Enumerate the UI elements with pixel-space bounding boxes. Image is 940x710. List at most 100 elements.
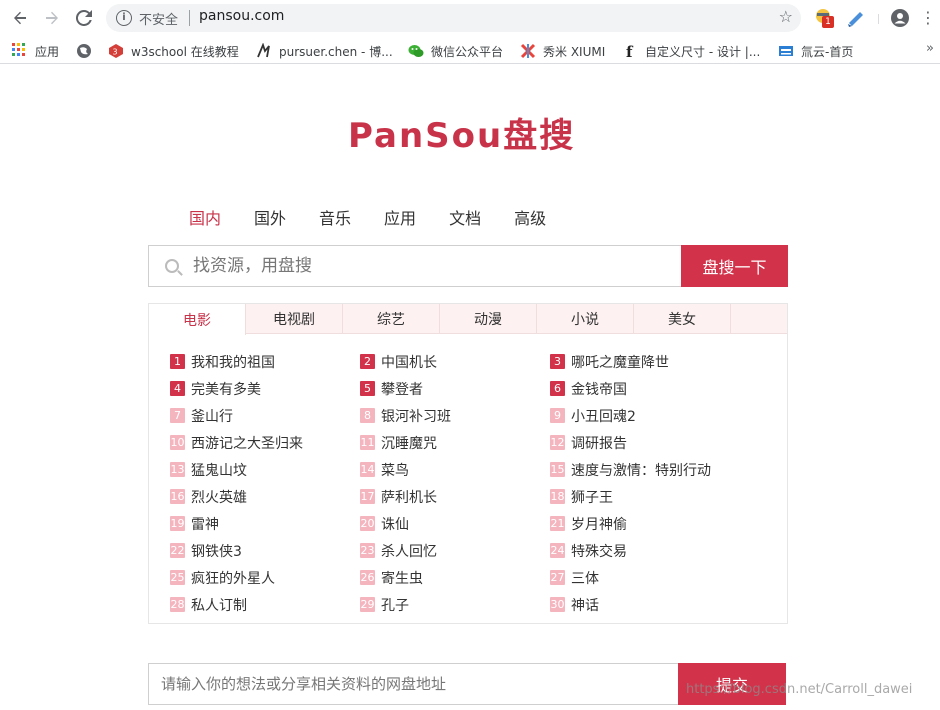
menu-kebab-icon[interactable]: ⋮: [918, 8, 938, 28]
rank-item-title[interactable]: 速度与激情：特别行动: [571, 460, 711, 480]
rank-tab-variety[interactable]: 综艺: [343, 304, 440, 334]
rank-item[interactable]: 11 沉睡魔咒: [360, 429, 550, 456]
rank-item[interactable]: 19 雷神: [170, 510, 360, 537]
rank-item[interactable]: 18 狮子王: [550, 483, 770, 510]
rank-item[interactable]: 4 完美有多美: [170, 375, 360, 402]
bookmark-pursuer[interactable]: pursuer.chen - 博...: [256, 42, 393, 60]
rank-item-title[interactable]: 调研报告: [571, 433, 627, 453]
rank-item-title[interactable]: 疯狂的外星人: [191, 568, 275, 588]
rank-tab-novels[interactable]: 小说: [537, 304, 634, 334]
rank-item-title[interactable]: 孔子: [381, 595, 409, 615]
extension-avatar-icon[interactable]: 1: [814, 8, 834, 28]
rank-item[interactable]: 14 菜鸟: [360, 456, 550, 483]
url-text[interactable]: pansou.com: [199, 8, 284, 24]
rank-item-title[interactable]: 菜鸟: [381, 460, 409, 480]
rank-item[interactable]: 13 猛鬼山坟: [170, 456, 360, 483]
rank-item-title[interactable]: 攀登者: [381, 379, 423, 399]
bookmark-globe[interactable]: [76, 42, 99, 60]
rank-tab-beauty[interactable]: 美女: [634, 304, 731, 334]
back-arrow-icon[interactable]: [8, 6, 32, 30]
rank-number-badge: 20: [360, 516, 375, 531]
rank-item[interactable]: 6 金钱帝国: [550, 375, 770, 402]
rank-item[interactable]: 7 釜山行: [170, 402, 360, 429]
tab-documents[interactable]: 文档: [449, 205, 481, 229]
rank-item-title[interactable]: 银河补习班: [381, 406, 451, 426]
search-button[interactable]: 盘搜一下: [681, 245, 788, 287]
rank-item[interactable]: 24 特殊交易: [550, 537, 770, 564]
rank-item[interactable]: 20 诛仙: [360, 510, 550, 537]
rank-item-title[interactable]: 三体: [571, 568, 599, 588]
bookmark-label: 秀米 XIUMI: [543, 44, 606, 59]
rank-item-title[interactable]: 特殊交易: [571, 541, 627, 561]
rank-item-title[interactable]: 萨利机长: [381, 487, 437, 507]
rank-item[interactable]: 1 我和我的祖国: [170, 348, 360, 375]
bookmark-star-icon[interactable]: ☆: [779, 7, 793, 26]
rank-item[interactable]: 29 孔子: [360, 591, 550, 618]
bookmark-xiumi[interactable]: 秀米 XIUMI: [520, 42, 605, 60]
search-input[interactable]: [193, 246, 673, 286]
rank-item[interactable]: 26 寄生虫: [360, 564, 550, 591]
rank-item[interactable]: 16 烈火英雄: [170, 483, 360, 510]
rank-item-title[interactable]: 哪吒之魔童降世: [571, 352, 669, 372]
bookmark-w3school[interactable]: 3 w3school 在线教程: [108, 42, 239, 60]
bookmark-apps[interactable]: 应用: [12, 42, 59, 60]
rank-item-title[interactable]: 雷神: [191, 514, 219, 534]
rank-item-title[interactable]: 诛仙: [381, 514, 409, 534]
rank-number-badge: 1: [170, 354, 185, 369]
rank-item[interactable]: 9 小丑回魂2: [550, 402, 770, 429]
tab-foreign[interactable]: 国外: [254, 205, 286, 229]
bookmark-wechat[interactable]: 微信公众平台: [408, 42, 503, 60]
rank-item-title[interactable]: 金钱帝国: [571, 379, 627, 399]
rank-item-title[interactable]: 寄生虫: [381, 568, 423, 588]
tab-music[interactable]: 音乐: [319, 205, 351, 229]
rank-item[interactable]: 27 三体: [550, 564, 770, 591]
tab-advanced[interactable]: 高级: [514, 205, 546, 229]
rank-item-title[interactable]: 釜山行: [191, 406, 233, 426]
rank-item-title[interactable]: 神话: [571, 595, 599, 615]
rank-item-title[interactable]: 私人订制: [191, 595, 247, 615]
rank-item[interactable]: 30 神话: [550, 591, 770, 618]
rank-item-title[interactable]: 完美有多美: [191, 379, 261, 399]
reload-icon[interactable]: [72, 6, 96, 30]
rank-tab-anime[interactable]: 动漫: [440, 304, 537, 334]
rank-item[interactable]: 25 疯狂的外星人: [170, 564, 360, 591]
forward-arrow-icon[interactable]: [40, 6, 64, 30]
rank-item-title[interactable]: 我和我的祖国: [191, 352, 275, 372]
rank-item[interactable]: 17 萨利机长: [360, 483, 550, 510]
extension-pen-icon[interactable]: [846, 8, 866, 28]
rank-item-title[interactable]: 中国机长: [381, 352, 437, 372]
rank-tab-tv-series[interactable]: 电视剧: [246, 304, 343, 334]
tab-domestic[interactable]: 国内: [189, 205, 221, 229]
rank-item-title[interactable]: 岁月神偷: [571, 514, 627, 534]
rank-item-title[interactable]: 西游记之大圣归来: [191, 433, 303, 453]
rank-item-title[interactable]: 沉睡魔咒: [381, 433, 437, 453]
rank-item-title[interactable]: 烈火英雄: [191, 487, 247, 507]
rank-item[interactable]: 12 调研报告: [550, 429, 770, 456]
pansou-logo[interactable]: PanSou盘搜: [348, 108, 575, 157]
address-bar[interactable]: i 不安全 pansou.com ☆: [106, 4, 801, 32]
rank-tab-movies[interactable]: 电影: [149, 304, 246, 335]
rank-item[interactable]: 8 银河补习班: [360, 402, 550, 429]
bookmark-custom-size[interactable]: f 自定义尺寸 - 设计 |...: [626, 42, 760, 61]
rank-item-title[interactable]: 猛鬼山坟: [191, 460, 247, 480]
rank-item[interactable]: 23 杀人回忆: [360, 537, 550, 564]
rank-item-title[interactable]: 钢铁侠3: [191, 541, 242, 561]
rank-item[interactable]: 2 中国机长: [360, 348, 550, 375]
tab-apps[interactable]: 应用: [384, 205, 416, 229]
rank-item[interactable]: 28 私人订制: [170, 591, 360, 618]
profile-icon[interactable]: [890, 8, 910, 28]
rank-item-title[interactable]: 杀人回忆: [381, 541, 437, 561]
rank-item-title[interactable]: 小丑回魂2: [571, 406, 636, 426]
rank-item[interactable]: 5 攀登者: [360, 375, 550, 402]
info-icon[interactable]: i: [116, 10, 132, 26]
rank-item[interactable]: 10 西游记之大圣归来: [170, 429, 360, 456]
rank-item[interactable]: 21 岁月神偷: [550, 510, 770, 537]
rank-item[interactable]: 22 钢铁侠3: [170, 537, 360, 564]
rank-item[interactable]: 15 速度与激情：特别行动: [550, 456, 770, 483]
feedback-input[interactable]: [161, 664, 671, 704]
rank-item[interactable]: 3 哪吒之魔童降世: [550, 348, 770, 375]
rank-item-title[interactable]: 狮子王: [571, 487, 613, 507]
bookmarks-overflow-icon[interactable]: »: [926, 41, 934, 56]
extension-badge: 1: [822, 16, 834, 28]
bookmark-h3yun[interactable]: 氚云-首页: [778, 42, 853, 60]
